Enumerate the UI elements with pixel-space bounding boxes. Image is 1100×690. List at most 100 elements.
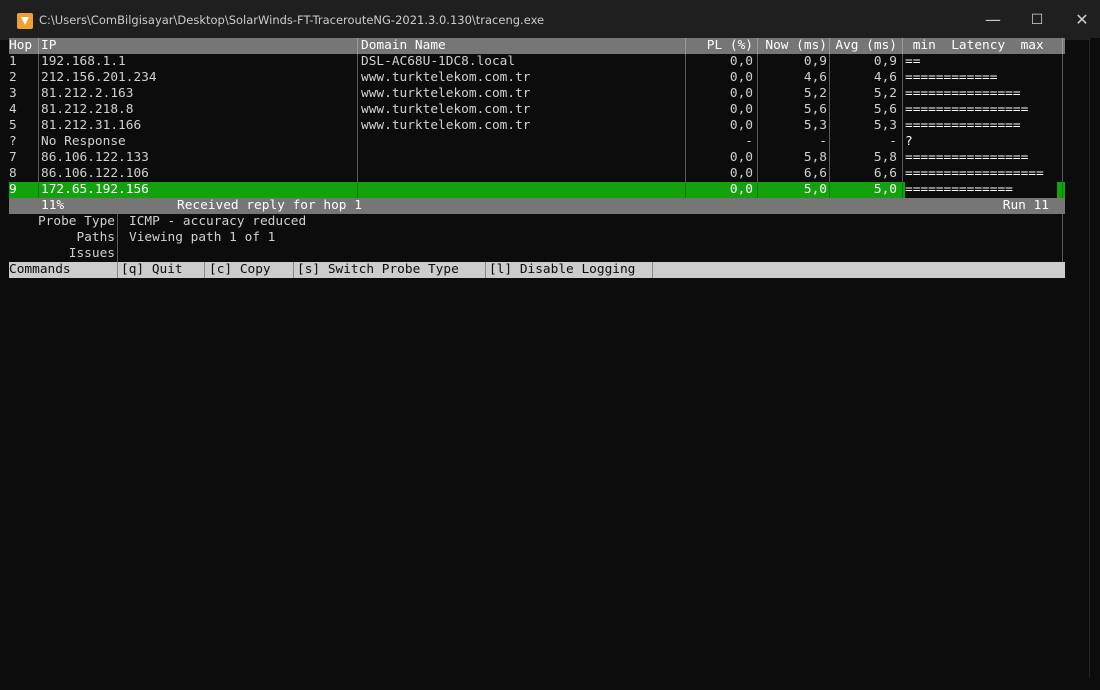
table-row[interactable]: 2 212.156.201.234 www.turktelekom.com.tr 0,… xyxy=(9,70,1065,86)
paths-value: Viewing path 1 of 1 xyxy=(129,230,276,245)
table-row[interactable]: 4 81.212.218.8 www.turktelekom.com.tr 0,0 5,… xyxy=(9,102,1065,118)
avg-cell: 5,0 xyxy=(873,182,897,197)
hop-cell: 1 xyxy=(9,54,17,69)
latency-bar: ================== xyxy=(905,166,1044,181)
hop-cell: 3 xyxy=(9,86,17,101)
terminal-content: Hop IP Domain Name PL (%) Now (ms) Avg (… xyxy=(0,38,1100,690)
header-now[interactable]: Now (ms) xyxy=(759,38,827,54)
header-avg[interactable]: Avg (ms) xyxy=(831,38,897,54)
ip-cell: 81.212.31.166 xyxy=(41,118,142,133)
domain-cell xyxy=(361,182,681,198)
domain-cell: www.turktelekom.com.tr xyxy=(361,118,531,133)
table-row[interactable]: 1 192.168.1.1 DSL-AC68U-1DC8.local 0,0 0,9 0,… xyxy=(9,54,1065,70)
ip-cell: 86.106.122.133 xyxy=(41,150,149,165)
now-cell: - xyxy=(819,134,827,149)
avg-cell: 0,9 xyxy=(873,54,897,69)
now-cell: 6,6 xyxy=(803,166,827,181)
app-icon xyxy=(17,13,33,29)
avg-cell: - xyxy=(889,134,897,149)
latency-bar: =============== xyxy=(905,86,1021,101)
table-row[interactable]: 8 86.106.122.106 0,0 6,6 6,6 ================… xyxy=(9,166,1065,182)
table-row[interactable]: 3 81.212.2.163 www.turktelekom.com.tr 0,0 5,… xyxy=(9,86,1065,102)
domain-cell: www.turktelekom.com.tr xyxy=(361,102,531,117)
latency-bar: =============== xyxy=(905,118,1021,133)
issues-label: Issues xyxy=(68,246,115,261)
ip-cell: No Response xyxy=(41,134,126,149)
domain-cell: www.turktelekom.com.tr xyxy=(361,86,531,101)
hop-cell: 5 xyxy=(9,118,17,133)
header-ip[interactable]: IP xyxy=(41,38,356,54)
paths-row: Paths Viewing path 1 of 1 xyxy=(9,230,1065,246)
probe-type-label: Probe Type xyxy=(37,214,115,229)
status-bar: 11% Received reply for hop 1 Run 11 xyxy=(9,198,1065,214)
table-row[interactable]: 7 86.106.122.133 0,0 5,8 5,8 ================ xyxy=(9,150,1065,166)
probe-type-value: ICMP - accuracy reduced xyxy=(129,214,307,229)
paths-label: Paths xyxy=(76,230,115,245)
now-cell: 5,0 xyxy=(803,182,827,197)
pl-cell: 0,0 xyxy=(729,54,753,69)
ip-cell: 212.156.201.234 xyxy=(41,70,157,85)
avg-cell: 5,2 xyxy=(873,86,897,101)
hop-cell: 7 xyxy=(9,150,17,165)
latency-bar: == xyxy=(905,54,921,69)
latency-bar: ? xyxy=(905,134,913,149)
latency-bar: ============== xyxy=(905,182,1057,198)
domain-cell: DSL-AC68U-1DC8.local xyxy=(361,54,516,69)
commands-bar: Commands [q] Quit [c] Copy [s] Switch Pr… xyxy=(9,262,1065,278)
header-latency[interactable]: min Latency max xyxy=(905,38,1055,54)
commands-label: Commands xyxy=(9,262,71,277)
hop-cell: 9 xyxy=(9,182,17,197)
header-hop[interactable]: Hop xyxy=(9,38,37,54)
domain-cell xyxy=(361,150,681,166)
avg-cell: 6,6 xyxy=(873,166,897,181)
run-counter: Run 11 xyxy=(1002,198,1049,213)
status-message: Received reply for hop 1 xyxy=(177,198,362,213)
ip-cell: 81.212.218.8 xyxy=(41,102,134,117)
hop-cell: ? xyxy=(9,134,17,149)
hop-cell: 4 xyxy=(9,102,17,117)
table-row[interactable]: 5 81.212.31.166 www.turktelekom.com.tr 0,0 5… xyxy=(9,118,1065,134)
terminal-window: C:\Users\ComBilgisayar\Desktop\SolarWind… xyxy=(0,0,1100,690)
disable-logging-command[interactable]: [l] Disable Logging xyxy=(489,262,649,278)
quit-command[interactable]: [q] Quit xyxy=(121,262,203,278)
domain-cell xyxy=(361,134,681,150)
now-cell: 0,9 xyxy=(803,54,827,69)
ip-cell: 86.106.122.106 xyxy=(41,166,149,181)
hop-cell: 8 xyxy=(9,166,17,181)
avg-cell: 5,6 xyxy=(873,102,897,117)
ip-cell: 172.65.192.156 xyxy=(41,182,149,197)
pl-cell: 0,0 xyxy=(729,70,753,85)
domain-cell: www.turktelekom.com.tr xyxy=(361,70,531,85)
pl-cell: 0,0 xyxy=(729,86,753,101)
ip-cell: 192.168.1.1 xyxy=(41,54,126,69)
pl-cell: 0,0 xyxy=(729,102,753,117)
ip-cell: 81.212.2.163 xyxy=(41,86,134,101)
now-cell: 5,6 xyxy=(803,102,827,117)
progress-percent: 11% xyxy=(41,198,65,213)
avg-cell: 4,6 xyxy=(873,70,897,85)
pl-cell: - xyxy=(745,134,753,149)
table-row[interactable]: ? No Response - - -? xyxy=(9,134,1065,150)
avg-cell: 5,8 xyxy=(873,150,897,165)
latency-bar: ================ xyxy=(905,150,1029,165)
close-button[interactable]: ✕ xyxy=(1059,0,1100,40)
window-title: C:\Users\ComBilgisayar\Desktop\SolarWind… xyxy=(39,13,545,27)
copy-command[interactable]: [c] Copy xyxy=(209,262,289,278)
table-row[interactable]: 9 172.65.192.156 0,0 5,0 5,0 ============== xyxy=(9,182,1065,198)
table-header: Hop IP Domain Name PL (%) Now (ms) Avg (… xyxy=(9,38,1065,54)
minimize-button[interactable]: — xyxy=(970,0,1016,40)
now-cell: 5,3 xyxy=(803,118,827,133)
probe-type-row: Probe Type ICMP - accuracy reduced xyxy=(9,214,1065,230)
now-cell: 4,6 xyxy=(803,70,827,85)
issues-value xyxy=(129,246,529,262)
maximize-button[interactable]: ☐ xyxy=(1014,0,1060,40)
latency-bar: ================ xyxy=(905,102,1029,117)
header-pl[interactable]: PL (%) xyxy=(687,38,753,54)
title-bar[interactable]: C:\Users\ComBilgisayar\Desktop\SolarWind… xyxy=(0,0,1100,40)
hop-cell: 2 xyxy=(9,70,17,85)
latency-bar: ============ xyxy=(905,70,998,85)
pl-cell: 0,0 xyxy=(729,118,753,133)
vertical-scrollbar[interactable] xyxy=(1089,38,1100,690)
header-domain[interactable]: Domain Name xyxy=(361,38,681,54)
switch-probe-command[interactable]: [s] Switch Probe Type xyxy=(297,262,487,278)
